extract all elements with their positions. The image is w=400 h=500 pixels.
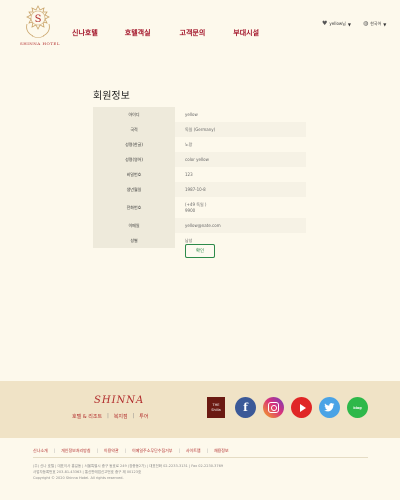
table-row: 성명(영어) color yellow bbox=[93, 152, 306, 167]
nav-item-facilities[interactable]: 부대시설 bbox=[233, 28, 259, 38]
table-row: 생년월일 1987-10-8 bbox=[93, 182, 306, 197]
row-value: yellow bbox=[185, 112, 198, 117]
main-nav: 신나호텔 호텔객실 고객문의 부대시설 bbox=[72, 28, 259, 38]
language-label: 한국어 bbox=[370, 21, 382, 26]
row-label: 전화번호 bbox=[93, 197, 175, 218]
table-row: 비밀번호 123 bbox=[93, 167, 306, 182]
policy-link-terms[interactable]: 이용약관 bbox=[104, 448, 119, 454]
user-label: yellow님 bbox=[329, 21, 346, 26]
twitter-icon[interactable] bbox=[319, 397, 340, 418]
policy-links: 신나소개 | 개인정보처리방침 | 이용약관 | 이메일주소무단수집거부 | 사… bbox=[33, 448, 229, 454]
row-value: 독일 (Germany) bbox=[175, 122, 306, 137]
facebook-icon[interactable]: f bbox=[235, 397, 256, 418]
row-value: yellow@nate.com bbox=[175, 218, 306, 233]
member-info-table: 아이디 yellow 국적 독일 (Germany) 성명(한글) 노랑 성명(… bbox=[93, 107, 306, 248]
footer-link-welfare[interactable]: 복지점 bbox=[114, 413, 128, 420]
row-value: (+49 독일 ) 9900 bbox=[175, 197, 306, 218]
globe-icon: ◍ bbox=[363, 20, 369, 27]
svg-text:S: S bbox=[35, 14, 42, 25]
policy-link-email-refusal[interactable]: 이메일주소무단수집거부 bbox=[132, 448, 172, 454]
row-label: 이메일 bbox=[93, 218, 175, 233]
footer-divider bbox=[33, 457, 368, 458]
row-value: 123 bbox=[185, 172, 193, 177]
logo[interactable]: S SHINNA HOTEL bbox=[20, 4, 60, 48]
table-row: 성명(한글) 노랑 bbox=[93, 137, 306, 152]
confirm-button[interactable]: 확인 bbox=[185, 244, 215, 258]
policy-link-careers[interactable]: 채용정보 bbox=[214, 448, 229, 454]
youtube-icon[interactable] bbox=[291, 397, 312, 418]
footer-link-tour[interactable]: 투어 bbox=[139, 413, 148, 420]
footer-info: 신나소개 | 개인정보처리방침 | 이용약관 | 이메일주소무단수집거부 | 사… bbox=[0, 438, 400, 500]
policy-link-privacy[interactable]: 개인정보처리방침 bbox=[61, 448, 90, 454]
logo-text: SHINNA HOTEL bbox=[20, 41, 60, 46]
header: S SHINNA HOTEL 신나호텔 호텔객실 고객문의 부대시설 ♥ yel… bbox=[0, 0, 400, 62]
footer-brand: SHINNA bbox=[94, 395, 145, 406]
user-icon: ♥ bbox=[322, 20, 328, 27]
row-label: 국적 bbox=[93, 122, 175, 137]
nav-item-rooms[interactable]: 호텔객실 bbox=[125, 28, 151, 38]
the-shilla-icon[interactable]: THE Shilla bbox=[207, 397, 225, 418]
copyright: Copyright © 2020 Shinna Hotel. All right… bbox=[33, 476, 124, 480]
row-value: 노랑 bbox=[185, 141, 193, 147]
footer-link-hotel-resort[interactable]: 호텔 & 리조트 bbox=[72, 413, 102, 420]
row-label: 비밀번호 bbox=[93, 167, 175, 182]
row-label: 생년월일 bbox=[93, 182, 175, 197]
policy-link-about[interactable]: 신나소개 bbox=[33, 448, 48, 454]
nav-item-about[interactable]: 신나호텔 bbox=[72, 28, 98, 38]
phone-country: (+49 독일 ) bbox=[185, 202, 207, 207]
crest-icon: S bbox=[26, 5, 50, 38]
page-title: 회원정보 bbox=[93, 91, 130, 102]
phone-number: 9900 bbox=[185, 208, 196, 213]
table-row: 국적 독일 (Germany) bbox=[93, 122, 306, 137]
row-label: 아이디 bbox=[93, 107, 175, 122]
policy-link-sitemap[interactable]: 사이트맵 bbox=[186, 448, 201, 454]
user-menu[interactable]: ♥ yellow님 ▼ bbox=[322, 21, 351, 27]
footer-brand-bar: SHINNA 호텔 & 리조트 | 복지점 | 투어 THE Shilla f b… bbox=[0, 381, 400, 438]
row-label: 성명(한글) bbox=[93, 137, 175, 152]
instagram-icon[interactable] bbox=[263, 397, 284, 418]
company-address: (주) 신나 호텔 | 대표이사 홍길동 | 서울특별시 중구 동호로 249 … bbox=[33, 463, 223, 481]
row-label: 성별 bbox=[93, 233, 175, 248]
footer-brand-links: 호텔 & 리조트 | 복지점 | 투어 bbox=[72, 413, 149, 420]
blog-icon[interactable]: blog bbox=[347, 397, 368, 418]
chevron-down-icon: ▼ bbox=[383, 21, 387, 27]
language-menu[interactable]: ◍ 한국어 ▼ bbox=[363, 21, 386, 27]
row-value: 1987-10-8 bbox=[175, 182, 306, 197]
table-row: 전화번호 (+49 독일 ) 9900 bbox=[93, 197, 306, 218]
nav-item-inquiry[interactable]: 고객문의 bbox=[180, 28, 206, 38]
row-label: 성명(영어) bbox=[93, 152, 175, 167]
row-value: color yellow bbox=[175, 152, 306, 167]
table-row: 이메일 yellow@nate.com bbox=[93, 218, 306, 233]
table-row: 아이디 yellow bbox=[93, 107, 306, 122]
social-links: THE Shilla f blog bbox=[207, 397, 368, 418]
chevron-down-icon: ▼ bbox=[347, 21, 351, 27]
